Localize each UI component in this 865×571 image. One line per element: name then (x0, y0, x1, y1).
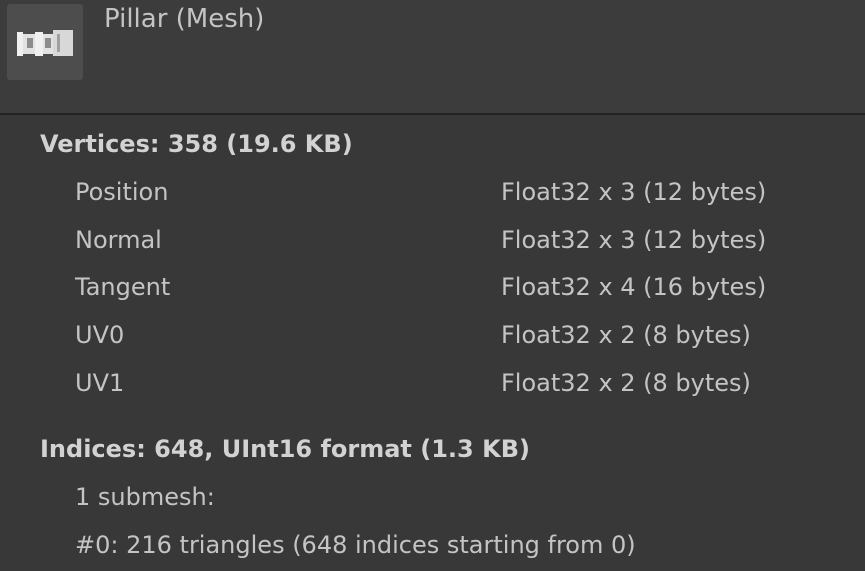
attribute-name: Normal (75, 226, 162, 254)
attribute-format: Float32 x 2 (8 bytes) (501, 321, 751, 349)
vertex-attribute-row: Normal Float32 x 3 (12 bytes) (0, 226, 865, 270)
submesh-detail: #0: 216 triangles (648 indices starting … (75, 531, 636, 559)
mesh-info-panel: Vertices: 358 (19.6 KB) Position Float32… (0, 115, 865, 571)
inspector-header: Pillar (Mesh) (0, 0, 865, 115)
attribute-format: Float32 x 3 (12 bytes) (501, 226, 767, 254)
attribute-format: Float32 x 2 (8 bytes) (501, 369, 751, 397)
mesh-inspector: Pillar (Mesh) Vertices: 358 (19.6 KB) Po… (0, 0, 865, 571)
attribute-name: Position (75, 178, 169, 206)
vertex-attribute-row: Tangent Float32 x 4 (16 bytes) (0, 273, 865, 317)
attribute-format: Float32 x 4 (16 bytes) (501, 273, 767, 301)
mesh-preview-icon[interactable] (7, 4, 83, 80)
attribute-name: Tangent (75, 273, 171, 301)
vertex-attribute-row: UV0 Float32 x 2 (8 bytes) (0, 321, 865, 365)
pillar-mesh-icon (17, 30, 73, 56)
attribute-name: UV1 (75, 369, 125, 397)
submesh-count: 1 submesh: (75, 483, 215, 511)
attribute-format: Float32 x 3 (12 bytes) (501, 178, 767, 206)
vertices-heading: Vertices: 358 (19.6 KB) (40, 130, 353, 158)
asset-title: Pillar (Mesh) (104, 4, 265, 34)
vertex-attribute-row: Position Float32 x 3 (12 bytes) (0, 178, 865, 222)
vertex-attribute-row: UV1 Float32 x 2 (8 bytes) (0, 369, 865, 413)
indices-heading: Indices: 648, UInt16 format (1.3 KB) (40, 435, 530, 463)
attribute-name: UV0 (75, 321, 125, 349)
